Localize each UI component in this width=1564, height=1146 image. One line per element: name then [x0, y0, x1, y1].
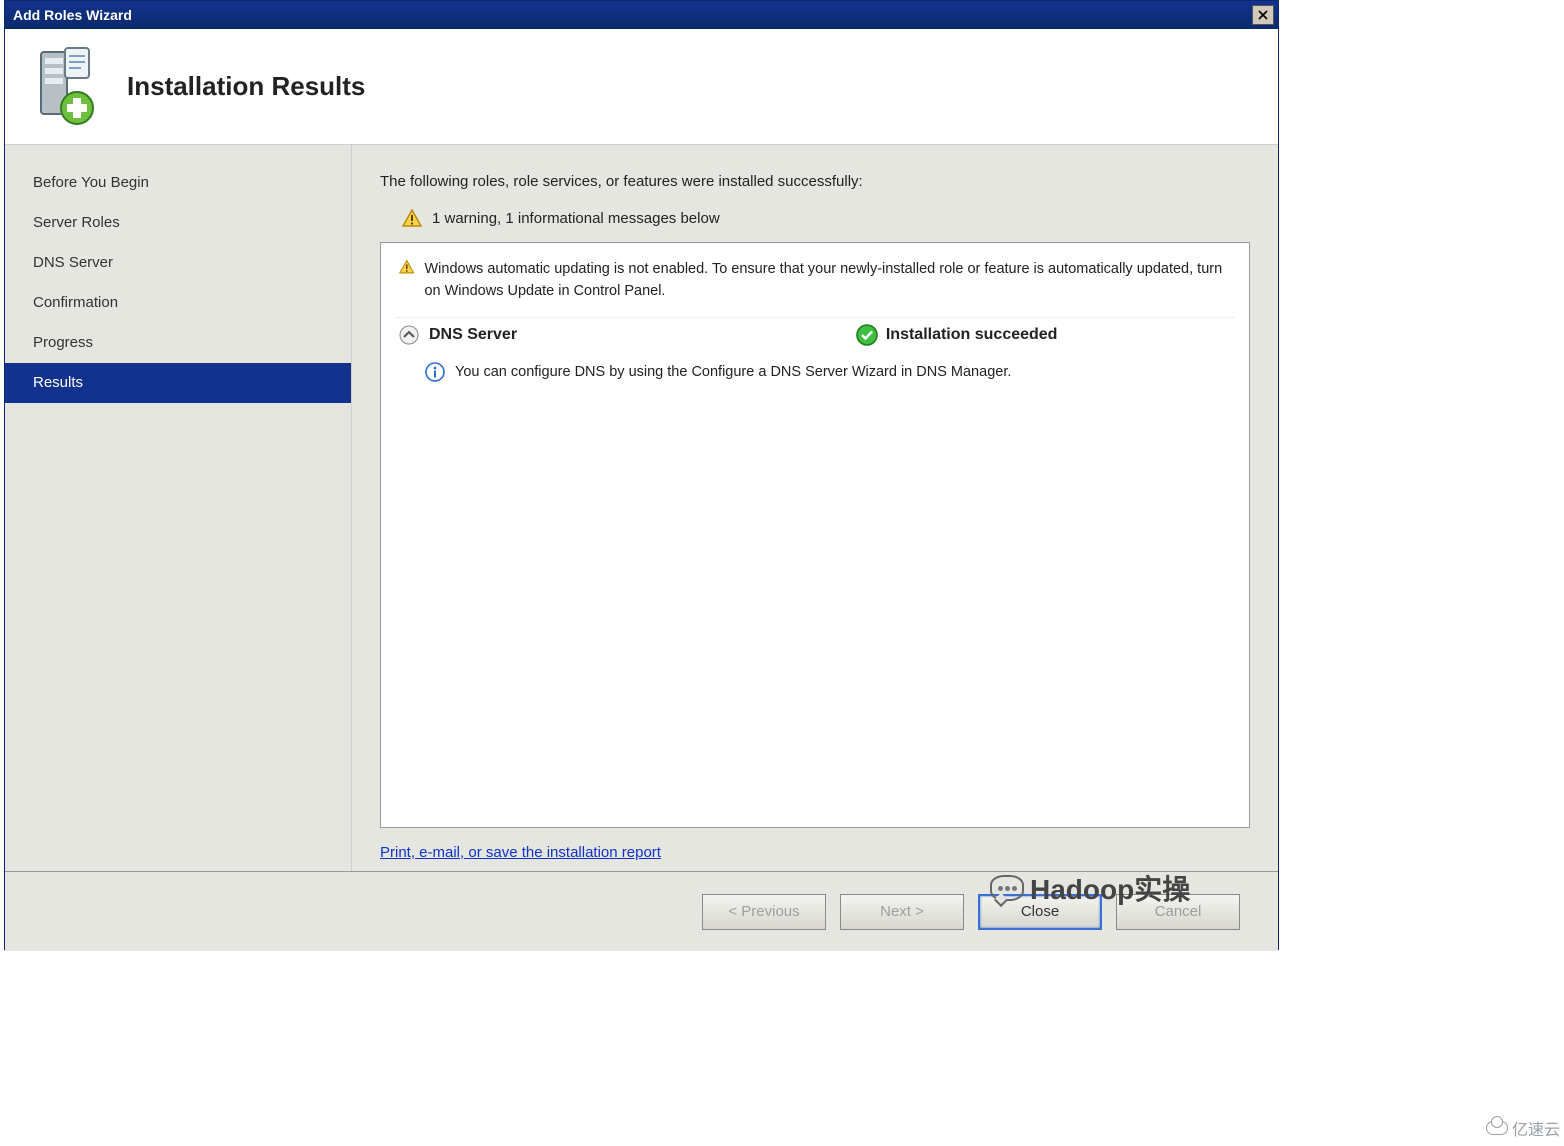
installation-report-link[interactable]: Print, e-mail, or save the installation …	[380, 844, 1250, 861]
titlebar: Add Roles Wizard	[5, 1, 1278, 29]
collapse-chevron-icon[interactable]	[399, 325, 419, 345]
sidebar-item-server-roles[interactable]: Server Roles	[5, 203, 351, 243]
server-wizard-icon	[23, 46, 99, 128]
cloud-icon	[1486, 1121, 1508, 1135]
sidebar-item-progress[interactable]: Progress	[5, 323, 351, 363]
intro-text: The following roles, role services, or f…	[380, 173, 1250, 190]
summary-text: 1 warning, 1 informational messages belo…	[432, 210, 720, 227]
role-row-dns-server: DNS Server Installation succeeded	[395, 317, 1235, 352]
warning-icon	[402, 208, 422, 228]
results-panel: Windows automatic updating is not enable…	[380, 242, 1250, 828]
wizard-main: The following roles, role services, or f…	[351, 145, 1278, 871]
info-text: You can configure DNS by using the Confi…	[455, 362, 1011, 384]
role-status: Installation succeeded	[856, 324, 1231, 346]
watermark-yisu-text: 亿速云	[1512, 1116, 1560, 1140]
info-icon	[425, 362, 445, 382]
watermark-hadoop: Hadoop实操	[990, 868, 1190, 908]
sidebar-item-before-you-begin[interactable]: Before You Begin	[5, 163, 351, 203]
header: Installation Results	[5, 29, 1278, 145]
previous-button: < Previous	[702, 894, 826, 930]
page-title: Installation Results	[127, 71, 365, 102]
sidebar-item-dns-server[interactable]: DNS Server	[5, 243, 351, 283]
chat-bubble-icon	[990, 875, 1024, 901]
success-check-icon	[856, 324, 878, 346]
summary-row: 1 warning, 1 informational messages belo…	[402, 208, 1250, 228]
watermark-hadoop-text: Hadoop实操	[1030, 868, 1190, 908]
window-close-button[interactable]	[1252, 5, 1274, 25]
watermark-yisu: 亿速云	[1486, 1116, 1560, 1140]
sidebar-item-results[interactable]: Results	[5, 363, 351, 403]
sidebar-item-confirmation[interactable]: Confirmation	[5, 283, 351, 323]
window-title: Add Roles Wizard	[13, 7, 132, 23]
wizard-body: Before You Begin Server Roles DNS Server…	[5, 145, 1278, 871]
role-name: DNS Server	[429, 326, 846, 344]
add-roles-wizard-dialog: Add Roles Wizard Installation Results	[4, 0, 1279, 950]
role-status-text: Installation succeeded	[886, 326, 1058, 344]
info-row: You can configure DNS by using the Confi…	[395, 352, 1235, 390]
warning-icon	[399, 259, 414, 279]
warning-text: Windows automatic updating is not enable…	[424, 259, 1231, 303]
wizard-sidebar: Before You Begin Server Roles DNS Server…	[5, 145, 351, 871]
warning-row: Windows automatic updating is not enable…	[395, 253, 1235, 317]
next-button: Next >	[840, 894, 964, 930]
